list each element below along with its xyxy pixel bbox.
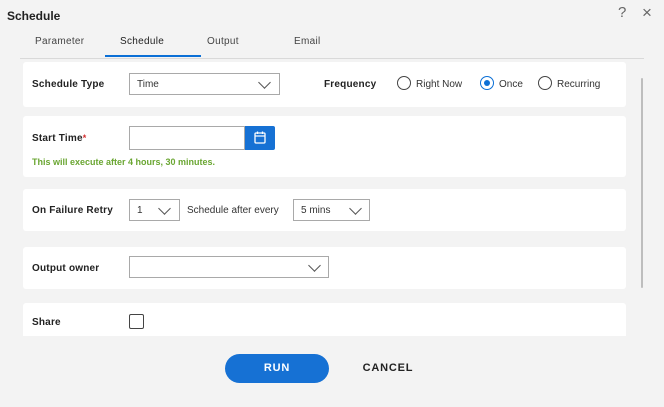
chevron-down-icon — [158, 202, 171, 215]
schedule-type-value: Time — [137, 79, 159, 90]
schedule-type-select[interactable]: Time — [129, 73, 280, 95]
retry-interval-value: 5 mins — [301, 205, 331, 216]
chevron-down-icon — [258, 76, 271, 89]
tab-output[interactable]: Output — [207, 36, 239, 47]
tab-email[interactable]: Email — [294, 36, 321, 47]
start-time-input[interactable] — [129, 126, 245, 150]
schedule-form: Schedule Type Time Frequency Right Now O… — [23, 62, 639, 336]
radio-once-label[interactable]: Once — [499, 79, 523, 90]
start-time-label-text: Start Time — [32, 133, 83, 144]
share-checkbox[interactable] — [129, 314, 144, 329]
schedule-type-card: Schedule Type Time Frequency Right Now O… — [23, 62, 626, 107]
schedule-type-label: Schedule Type — [32, 79, 105, 90]
start-time-label: Start Time* — [32, 133, 86, 144]
chevron-down-icon — [349, 202, 362, 215]
failure-retry-label: On Failure Retry — [32, 205, 113, 216]
active-tab-indicator — [105, 55, 201, 57]
failure-retry-card: On Failure Retry 1 Schedule after every … — [23, 189, 626, 231]
retry-interval-select[interactable]: 5 mins — [293, 199, 370, 221]
chevron-down-icon — [308, 259, 321, 272]
radio-right-now[interactable] — [397, 76, 411, 90]
start-time-card: Start Time* This will execute after 4 ho… — [23, 116, 626, 177]
radio-once[interactable] — [480, 76, 494, 90]
retry-count-select[interactable]: 1 — [129, 199, 180, 221]
share-label: Share — [32, 317, 61, 328]
run-button[interactable]: RUN — [225, 354, 329, 383]
output-owner-label: Output owner — [32, 263, 100, 274]
radio-right-now-label[interactable]: Right Now — [416, 79, 462, 90]
close-icon[interactable]: × — [642, 3, 652, 23]
calendar-button[interactable] — [245, 126, 275, 150]
schedule-after-label: Schedule after every — [187, 205, 279, 216]
question-mark-icon[interactable]: ? — [618, 4, 626, 21]
dialog-title: Schedule — [7, 9, 61, 23]
tab-parameter[interactable]: Parameter — [35, 36, 84, 47]
required-mark: * — [82, 133, 87, 143]
radio-recurring-label[interactable]: Recurring — [557, 79, 600, 90]
calendar-icon — [254, 131, 266, 144]
scrollbar-thumb[interactable] — [641, 78, 643, 288]
frequency-label: Frequency — [324, 79, 377, 90]
output-owner-card: Output owner — [23, 247, 626, 289]
retry-count-value: 1 — [137, 205, 143, 216]
radio-recurring[interactable] — [538, 76, 552, 90]
tab-bar: Parameter Schedule Output Email — [20, 30, 644, 59]
tab-schedule[interactable]: Schedule — [120, 36, 164, 47]
cancel-button[interactable]: CANCEL — [350, 354, 426, 383]
schedule-dialog: Schedule ? × Parameter Schedule Output E… — [0, 0, 664, 407]
execution-hint: This will execute after 4 hours, 30 minu… — [32, 157, 216, 167]
share-card: Share — [23, 303, 626, 336]
output-owner-select[interactable] — [129, 256, 329, 278]
